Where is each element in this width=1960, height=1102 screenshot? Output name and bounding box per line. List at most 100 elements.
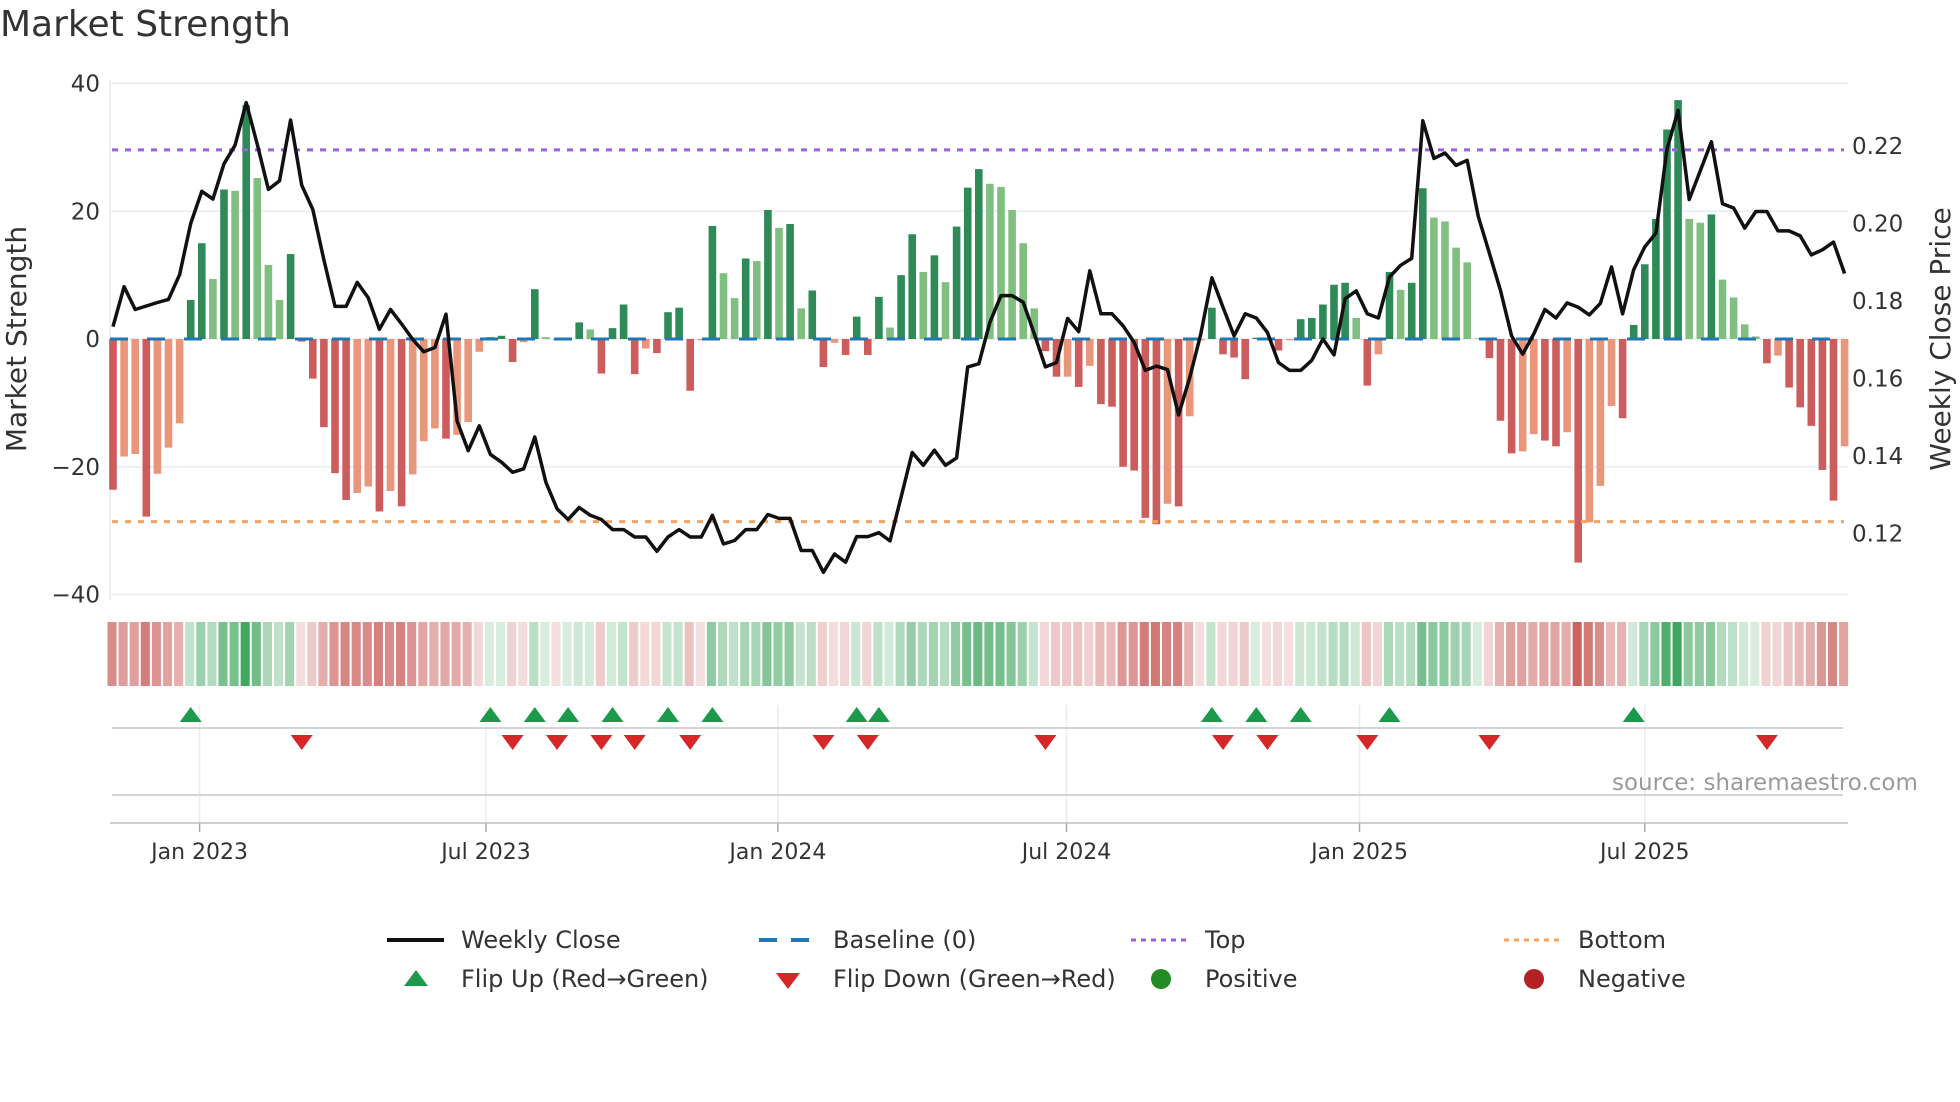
strength-bar <box>1785 339 1793 388</box>
strength-strip-cell <box>1106 622 1116 686</box>
strength-bar <box>286 254 295 339</box>
strength-bar <box>220 189 228 339</box>
strength-strip-cell <box>1095 622 1105 686</box>
strength-strip-cell <box>1383 622 1394 686</box>
strength-strip-cell <box>873 622 883 686</box>
strength-bar <box>1729 297 1738 339</box>
strength-strip-cell <box>951 622 961 686</box>
strength-bar <box>1530 339 1538 435</box>
strength-strip-cell <box>684 622 694 686</box>
strength-bar <box>919 271 928 339</box>
strength-bar <box>1419 188 1427 339</box>
strength-bar <box>719 273 728 339</box>
strength-bar <box>1041 339 1050 352</box>
strength-bar <box>1430 217 1438 339</box>
strength-strip-cell <box>962 622 972 686</box>
strength-strip-cell <box>196 622 206 686</box>
strength-strip-cell <box>1073 622 1083 686</box>
strength-strip-cell <box>1361 622 1371 686</box>
y-tick-label: 20 <box>71 199 100 225</box>
strength-strip-cell <box>939 622 950 686</box>
legend-negative[interactable]: Negative <box>1504 964 1686 994</box>
strength-strip-cell <box>407 622 417 686</box>
strength-strip-cell <box>1206 622 1216 686</box>
strength-strip-cell <box>1839 622 1849 686</box>
strength-bar <box>1396 289 1405 339</box>
flip-down-marker <box>1755 735 1778 750</box>
strength-bar <box>386 339 395 492</box>
legend-flip-down[interactable]: Flip Down (Green→Red) <box>759 964 1116 994</box>
strength-strip-cell <box>318 622 328 686</box>
strength-strip-cell <box>540 622 550 686</box>
strength-strip-cell <box>884 622 894 686</box>
legend-baseline[interactable]: Baseline (0) <box>759 925 976 955</box>
flip-down-marker <box>812 735 835 750</box>
legend-weekly-close[interactable]: Weekly Close <box>387 925 621 955</box>
strength-strip-cell <box>1117 622 1127 686</box>
strength-bar <box>675 307 683 339</box>
strength-strip-cell <box>1550 622 1560 686</box>
legend-bottom[interactable]: Bottom <box>1504 925 1666 955</box>
strength-bar <box>342 339 350 500</box>
flip-up-marker <box>1378 707 1401 722</box>
flip-up-marker <box>601 707 624 722</box>
x-tick-label: Jul 2025 <box>1598 840 1690 865</box>
strength-strip-cell <box>551 622 561 686</box>
strength-bar <box>1219 339 1227 355</box>
strength-bar <box>1718 279 1727 339</box>
strength-bar <box>1208 307 1216 339</box>
strength-bar <box>364 339 373 487</box>
legend-top[interactable]: Top <box>1131 925 1246 955</box>
strength-bar <box>1607 339 1616 407</box>
strength-strip-cell <box>1494 622 1505 686</box>
strength-bar <box>1585 339 1594 523</box>
strength-bar <box>264 264 273 339</box>
strength-bar <box>431 339 439 429</box>
strength-bar <box>1108 339 1116 407</box>
strength-strip-cell <box>973 622 983 686</box>
x-tick-label: Jan 2023 <box>149 840 248 865</box>
x-tick-label: Jan 2024 <box>727 840 826 865</box>
flip-down-marker <box>1034 735 1057 750</box>
strength-strip-cell <box>673 622 683 686</box>
strength-bar <box>1241 339 1249 380</box>
strength-strip-cell <box>751 622 761 686</box>
legend-flip-up[interactable]: Flip Up (Red→Green) <box>387 964 709 994</box>
strength-bar <box>741 258 750 339</box>
strength-bar <box>841 339 850 355</box>
strength-strip-cell <box>740 622 750 686</box>
flip-down-marker <box>501 735 524 750</box>
strength-strip-cell <box>1184 622 1194 686</box>
strength-strip-cell <box>1461 622 1471 686</box>
flip-up-marker <box>657 707 679 722</box>
legend-positive[interactable]: Positive <box>1131 964 1298 994</box>
strength-strip-cell <box>1195 622 1205 686</box>
strength-strip-cell <box>451 622 461 686</box>
strength-strip-cell <box>562 622 572 686</box>
strength-strip-cell <box>418 622 428 686</box>
strength-bar <box>186 300 195 339</box>
strength-bar <box>1130 339 1138 471</box>
strength-bar <box>353 339 361 493</box>
strength-bar <box>730 298 739 339</box>
strength-strip-cell <box>1528 622 1538 686</box>
legend-label: Bottom <box>1578 926 1667 954</box>
strength-strip-cell <box>1694 622 1704 686</box>
dotted-line-icon <box>1504 938 1561 942</box>
strength-bar <box>1596 339 1605 486</box>
strength-strip-cell <box>717 622 728 686</box>
strength-bar <box>1485 339 1494 359</box>
strength-bar <box>1008 209 1016 339</box>
flip-up-marker <box>1622 707 1645 722</box>
strength-strip-cell <box>174 622 184 686</box>
strength-strip-cell <box>1583 622 1593 686</box>
strength-bar <box>1374 339 1383 355</box>
strength-bar <box>142 339 151 517</box>
strength-bar <box>852 316 861 339</box>
y2-tick-label: 0.12 <box>1852 522 1903 548</box>
strength-strip-cell <box>795 622 805 686</box>
strength-bar <box>886 327 894 339</box>
strength-bar <box>131 339 139 454</box>
strength-strip-cell <box>329 622 339 686</box>
strength-strip-cell <box>1317 622 1327 686</box>
